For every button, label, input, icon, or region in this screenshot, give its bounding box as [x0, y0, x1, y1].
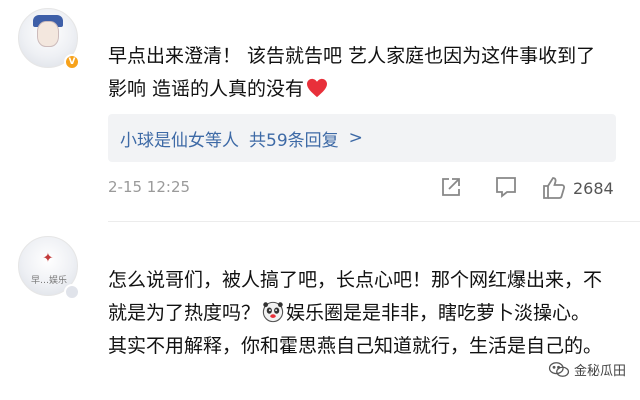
replies-summary-link[interactable]: 小球是仙女等人 共59条回复 > — [108, 114, 616, 162]
comment-item: V 早点出来澄清！ 该告就告吧 艺人家庭也因为这件事收到了影响 造谣的人真的没有… — [0, 0, 640, 222]
level-badge-icon — [64, 284, 80, 300]
comment-date: 2-15 12:25 — [108, 178, 191, 196]
avatar-caption: 早…娱乐 — [30, 276, 67, 286]
verified-badge-icon: V — [64, 54, 80, 70]
share-button[interactable] — [439, 175, 463, 199]
thumbs-up-icon — [543, 177, 566, 199]
comment-icon — [496, 177, 516, 198]
reply-count: 共59条回复 — [249, 130, 339, 151]
comment-item: ✦ 早…娱乐 怎么说哥们，被人搞了吧，长点心吧！那个网红爆出来，不就是为了热度吗… — [0, 222, 640, 400]
comment-button[interactable] — [494, 175, 518, 199]
reply-users: 小球是仙女等人 — [120, 130, 239, 151]
wechat-icon — [548, 361, 570, 377]
chevron-right-icon: > — [348, 128, 363, 148]
comment-text: 早点出来澄清！ 该告就告吧 艺人家庭也因为这件事收到了影响 造谣的人真的没有 — [108, 45, 596, 100]
watermark-label: 金秘瓜田 — [573, 364, 626, 379]
like-button[interactable]: 2684 — [541, 175, 614, 201]
like-count: 2684 — [573, 178, 614, 198]
comment-text: 怎么说哥们，被人搞了吧，长点心吧！那个网红爆出来，不就是为了热度吗？ 娱乐圈是是非… — [108, 269, 603, 357]
share-icon — [442, 178, 460, 196]
red-heart-icon — [307, 78, 328, 98]
panda-face-icon — [262, 301, 284, 323]
watermark: 金秘瓜田 — [548, 360, 626, 379]
